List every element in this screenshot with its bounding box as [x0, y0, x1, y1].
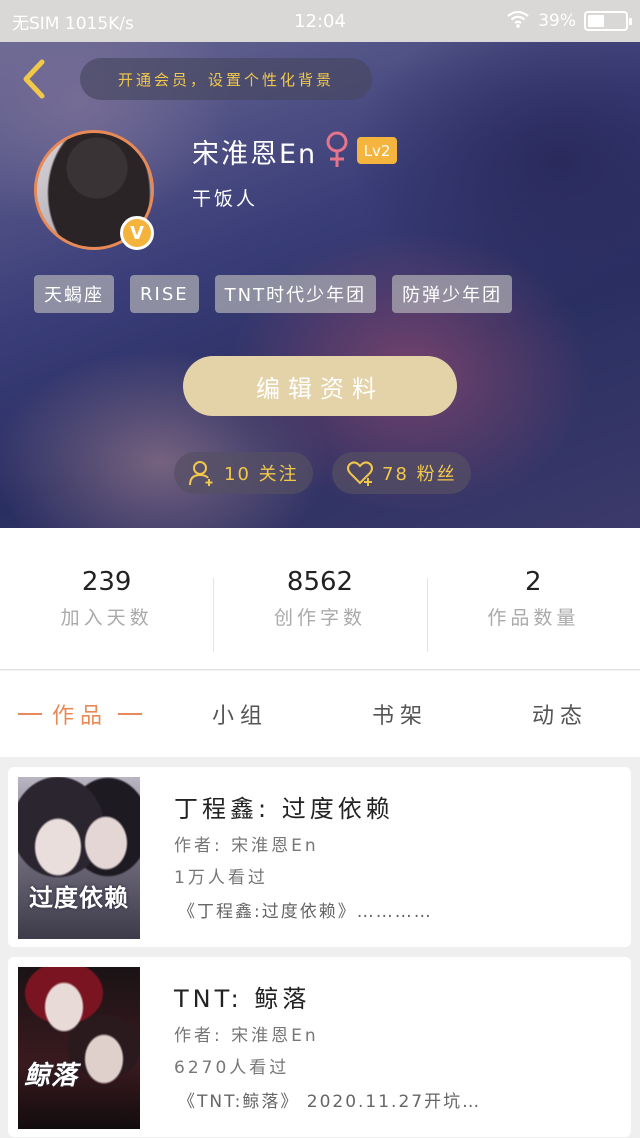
tab-indicator-left	[17, 713, 42, 715]
fans-count: 78 粉丝	[382, 464, 457, 485]
stat-works-count: 2 作品数量	[426, 528, 640, 669]
stat-label: 作品数量	[487, 607, 580, 629]
bio: 干饭人	[192, 188, 259, 210]
cover-title: 鲸落	[24, 1061, 79, 1091]
female-icon	[322, 130, 352, 174]
tab-bookshelf[interactable]: 书架	[320, 698, 480, 730]
work-views: 6270人看过	[174, 1058, 290, 1078]
stat-value: 2	[525, 567, 542, 597]
work-excerpt: 《丁程鑫:过度依赖》…………	[178, 902, 433, 922]
username: 宋淮恩En	[192, 139, 318, 170]
works-list: 过度依赖 丁程鑫: 过度依赖 作者: 宋淮恩En 1万人看过 《丁程鑫:过度依赖…	[8, 767, 631, 1138]
stat-join-days: 239 加入天数	[0, 528, 213, 669]
avatar-container[interactable]: V	[34, 130, 154, 250]
work-excerpt: 《TNT:鲸落》 2020.11.27开坑…	[178, 1092, 482, 1112]
edit-profile-button[interactable]: 编辑资料	[183, 356, 457, 416]
tab-indicator-right	[118, 713, 142, 715]
tab-label: 作品	[51, 704, 108, 729]
tab-bar: 作品 小组 书架 动态	[0, 671, 640, 757]
verified-badge-icon: V	[120, 216, 154, 250]
tab-groups[interactable]: 小组	[160, 698, 320, 730]
work-card[interactable]: 鲸落 TNT: 鲸落 作者: 宋淮恩En 6270人看过 《TNT:鲸落》 20…	[8, 957, 631, 1137]
tab-works[interactable]: 作品	[0, 698, 160, 730]
stat-label: 创作字数	[273, 607, 366, 629]
back-button[interactable]	[14, 56, 54, 102]
work-title[interactable]: TNT: 鲸落	[174, 979, 310, 1014]
stat-value: 8562	[286, 567, 354, 597]
profile-header: 开通会员，设置个性化背景 V 宋淮恩En Lv2 干饭人 天蝎座 RISE TN…	[0, 42, 640, 528]
following-count: 10 关注	[224, 464, 299, 485]
work-title[interactable]: 丁程鑫: 过度依赖	[174, 789, 394, 824]
vip-background-banner[interactable]: 开通会员，设置个性化背景	[80, 58, 372, 100]
work-card[interactable]: 过度依赖 丁程鑫: 过度依赖 作者: 宋淮恩En 1万人看过 《丁程鑫:过度依赖…	[8, 767, 631, 947]
status-bar: 无SIM 1015K/s 12:04 39%	[0, 0, 640, 42]
status-icons: 39%	[506, 10, 632, 33]
profile-tag[interactable]: 天蝎座	[34, 275, 114, 313]
following-button[interactable]: 10 关注	[174, 452, 313, 494]
heart-plus-icon	[347, 461, 373, 486]
chevron-left-icon	[23, 59, 45, 99]
stat-label: 加入天数	[60, 607, 153, 629]
carrier-text: 无SIM 1015K/s	[12, 13, 134, 34]
battery-level	[588, 15, 604, 27]
level-badge: Lv2	[357, 137, 397, 164]
profile-tag[interactable]: TNT时代少年团	[214, 275, 377, 313]
work-views: 1万人看过	[174, 868, 268, 888]
tag-list: 天蝎座 RISE TNT时代少年团 防弹少年团	[34, 275, 513, 313]
wifi-icon	[506, 10, 530, 33]
stat-value: 239	[81, 567, 132, 597]
user-plus-icon	[189, 461, 213, 486]
profile-tag[interactable]: RISE	[130, 275, 199, 313]
stat-word-count: 8562 创作字数	[213, 528, 426, 669]
profile-tag[interactable]: 防弹少年团	[392, 275, 513, 313]
work-cover-image[interactable]: 过度依赖	[18, 777, 140, 939]
fans-button[interactable]: 78 粉丝	[332, 452, 471, 494]
work-cover-image[interactable]: 鲸落	[18, 967, 140, 1129]
battery-icon	[584, 11, 632, 31]
work-author: 作者: 宋淮恩En	[174, 836, 319, 856]
battery-percent: 39%	[538, 11, 576, 31]
cover-title: 过度依赖	[29, 884, 129, 912]
work-author: 作者: 宋淮恩En	[174, 1026, 319, 1046]
stats-bar: 239 加入天数 8562 创作字数 2 作品数量	[0, 528, 640, 670]
tab-activity[interactable]: 动态	[480, 698, 640, 730]
